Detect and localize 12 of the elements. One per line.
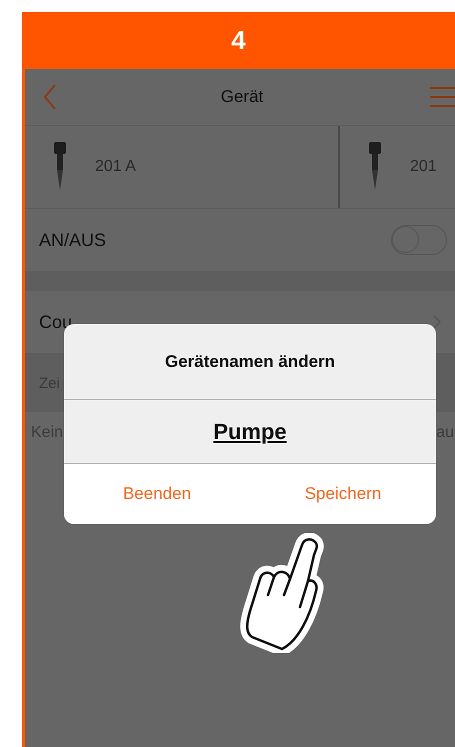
back-icon[interactable] <box>43 84 57 110</box>
dialog-button[interactable]: Speichern <box>250 464 436 524</box>
device-tile[interactable]: 201 <box>340 126 437 208</box>
row-label: AN/AUS <box>39 230 106 250</box>
device-name: 201 A <box>95 158 136 176</box>
dialog-button[interactable]: Beenden <box>64 464 250 524</box>
chevron-icon <box>433 315 441 329</box>
menu-icon[interactable] <box>430 86 455 108</box>
step-number: 4 <box>231 25 246 56</box>
device-name: 201 <box>410 158 437 176</box>
screen-title: Gerät <box>220 87 264 107</box>
device-tile[interactable]: 201 A <box>25 126 340 208</box>
